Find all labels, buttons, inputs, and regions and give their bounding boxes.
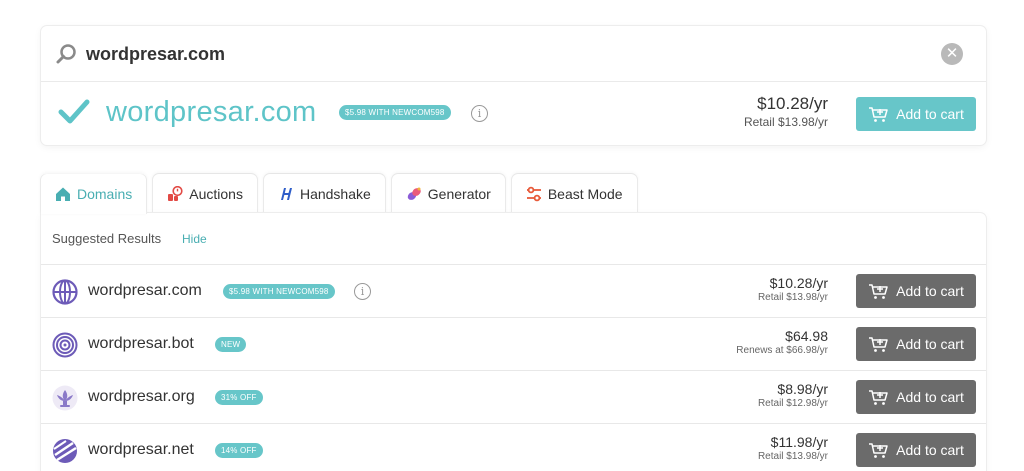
price: $10.28/yr xyxy=(757,94,828,113)
discount-badge: 14% OFF xyxy=(215,443,263,458)
row-price: $64.98 Renews at $66.98/yr xyxy=(736,328,828,356)
list-item: wordpresar.net 14% OFF $11.98/yr Retail … xyxy=(41,424,986,471)
retail-price: Retail $12.98/yr xyxy=(757,398,828,409)
price: $64.98 xyxy=(785,328,828,344)
domain-name[interactable]: wordpresar.com xyxy=(88,282,202,300)
add-to-cart-button[interactable]: Add to cart xyxy=(856,97,976,131)
add-to-cart-label: Add to cart xyxy=(896,336,964,352)
search-icon xyxy=(56,44,76,64)
suggested-header: Suggested Results Hide xyxy=(41,213,986,265)
search-bar: ✕ xyxy=(41,26,986,82)
primary-price: $10.28/yr Retail $13.98/yr xyxy=(744,94,828,129)
tab-generator[interactable]: Generator xyxy=(391,174,505,214)
renewal-price: Renews at $66.98/yr xyxy=(736,345,828,356)
search-input[interactable] xyxy=(86,40,886,68)
add-to-cart-label: Add to cart xyxy=(896,442,964,458)
cart-icon xyxy=(869,106,888,122)
price: $10.28/yr xyxy=(769,275,828,291)
domain-name[interactable]: wordpresar.bot xyxy=(88,335,194,353)
price: $11.98/yr xyxy=(770,434,828,450)
list-item: wordpresar.org 31% OFF $8.98/yr Retail $… xyxy=(41,371,986,424)
generator-icon xyxy=(407,187,421,200)
results-panel: Suggested Results Hide wordpresar.com $5… xyxy=(41,213,986,471)
promo-badge: $5.98 WITH NEWCOM598 xyxy=(339,105,451,120)
add-to-cart-label: Add to cart xyxy=(896,106,964,122)
retail-price: Retail $13.98/yr xyxy=(743,115,828,129)
handshake-icon xyxy=(280,188,292,200)
cart-icon xyxy=(869,336,888,352)
row-price: $10.28/yr Retail $13.98/yr xyxy=(758,275,828,303)
discount-badge: 31% OFF xyxy=(215,390,263,405)
search-card: ✕ wordpresar.com $5.98 WITH NEWCOM598 i … xyxy=(41,26,986,145)
tab-auctions[interactable]: Auctions xyxy=(153,174,257,214)
cart-icon xyxy=(869,442,888,458)
primary-domain: wordpresar.com xyxy=(106,96,317,128)
price: $8.98/yr xyxy=(777,381,828,397)
list-item: wordpresar.com $5.98 WITH NEWCOM598 i $1… xyxy=(41,265,986,318)
check-icon xyxy=(58,99,90,124)
add-to-cart-button[interactable]: Add to cart xyxy=(856,327,976,361)
tab-label: Generator xyxy=(427,186,491,202)
tab-label: Auctions xyxy=(189,186,243,202)
tab-label: Beast Mode xyxy=(547,186,623,202)
add-to-cart-label: Add to cart xyxy=(896,389,964,405)
globe-icon xyxy=(52,279,78,305)
promo-badge: $5.98 WITH NEWCOM598 xyxy=(223,284,335,299)
tab-domains[interactable]: Domains xyxy=(41,174,147,214)
net-icon xyxy=(53,439,77,463)
retail-price: Retail $13.98/yr xyxy=(757,451,828,462)
close-icon[interactable]: ✕ xyxy=(941,43,963,65)
domain-name[interactable]: wordpresar.net xyxy=(88,441,194,459)
list-item: wordpresar.bot NEW $64.98 Renews at $66.… xyxy=(41,318,986,371)
info-icon[interactable]: i xyxy=(354,283,371,300)
search-tabs: Domains Auctions Handshake Generator Bea… xyxy=(41,174,637,214)
tab-beast-mode[interactable]: Beast Mode xyxy=(511,174,637,214)
tab-handshake[interactable]: Handshake xyxy=(263,174,385,214)
home-icon xyxy=(56,187,70,201)
tab-label: Handshake xyxy=(299,186,371,202)
new-badge: NEW xyxy=(215,337,247,352)
primary-result: wordpresar.com $5.98 WITH NEWCOM598 i $1… xyxy=(41,83,986,145)
domain-name[interactable]: wordpresar.org xyxy=(88,388,195,406)
auction-icon xyxy=(168,186,183,201)
add-to-cart-label: Add to cart xyxy=(896,283,964,299)
row-price: $8.98/yr Retail $12.98/yr xyxy=(758,381,828,409)
info-icon[interactable]: i xyxy=(471,105,488,122)
hide-link[interactable]: Hide xyxy=(182,232,207,246)
target-icon xyxy=(52,332,78,358)
retail-price: Retail $13.98/yr xyxy=(757,292,828,303)
suggested-title: Suggested Results xyxy=(52,231,162,246)
cart-icon xyxy=(869,389,888,405)
add-to-cart-button[interactable]: Add to cart xyxy=(856,433,976,467)
add-to-cart-button[interactable]: Add to cart xyxy=(856,274,976,308)
cart-icon xyxy=(869,283,888,299)
add-to-cart-button[interactable]: Add to cart xyxy=(856,380,976,414)
lotus-icon xyxy=(52,385,78,411)
row-price: $11.98/yr Retail $13.98/yr xyxy=(758,434,828,462)
sliders-icon xyxy=(526,186,541,202)
tab-label: Domains xyxy=(77,186,133,202)
